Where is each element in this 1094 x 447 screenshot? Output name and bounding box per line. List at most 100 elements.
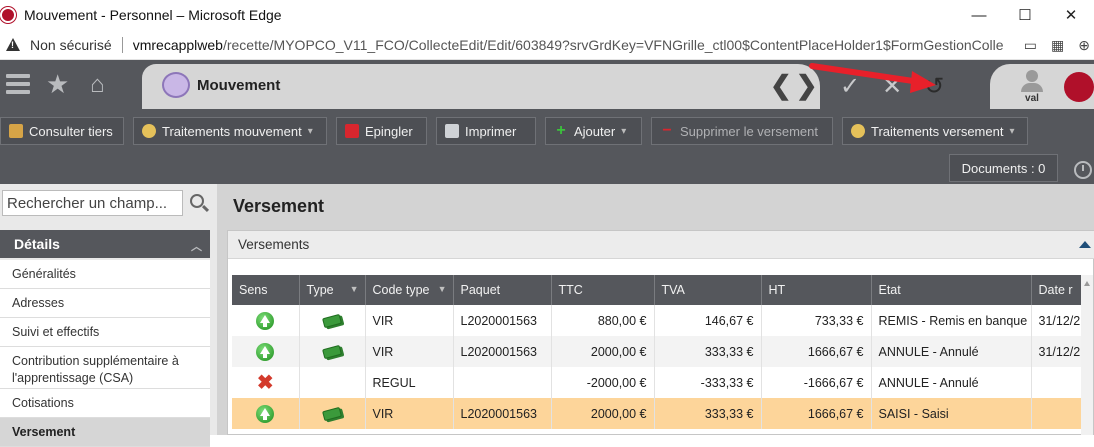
maximize-button[interactable]: ☐ [1002, 0, 1048, 30]
supprimer-versement-button[interactable]: − Supprimer le versement [651, 117, 833, 145]
field-search [0, 184, 217, 224]
url-text[interactable]: vmrecapplweb/recette/MYOPCO_V11_FCO/Coll… [133, 37, 1003, 53]
security-status[interactable]: Non sécurisé [30, 37, 112, 53]
column-header-type[interactable]: Type ▼ [299, 275, 366, 305]
annotation-arrow-icon [809, 63, 936, 93]
details-section-header[interactable]: Détails ︿ [0, 230, 210, 258]
chevron-down-icon: ▾ [1009, 125, 1015, 137]
column-header-ttc[interactable]: TTC [551, 275, 655, 305]
traitements-mouvement-button[interactable]: Traitements mouvement ▾ [133, 117, 327, 145]
filter-dropdown-icon: ▼ [349, 284, 359, 294]
url-host: vmrecapplweb [132, 36, 223, 53]
type-cell [299, 305, 366, 336]
etat-cell: ANNULE - Annulé [871, 336, 1032, 367]
company-logo-icon [1064, 72, 1094, 102]
qr-icon[interactable]: ▦ [1051, 37, 1064, 54]
traitements-versement-button[interactable]: Traitements versement ▾ [842, 117, 1028, 145]
column-header-etat[interactable]: Etat [871, 275, 1032, 305]
search-input[interactable] [2, 190, 183, 216]
table-row-selected[interactable]: VIR L2020001563 2000,00 € 333,33 € 1666,… [232, 398, 1093, 429]
sidebar: Détails ︿ Généralités Adresses Suivi et … [0, 184, 217, 447]
table-row[interactable]: ✖ REGUL -2000,00 € -333,33 € -1666,67 € … [232, 367, 1093, 398]
previous-record-icon[interactable]: ❮ [770, 70, 796, 100]
ttc-cell: 2000,00 € [551, 398, 655, 429]
window-title: Mouvement - Personnel – Microsoft Edge [24, 7, 282, 23]
piggy-bank-icon [162, 72, 190, 98]
search-icon[interactable] [190, 194, 204, 208]
hamburger-menu-icon[interactable] [6, 74, 30, 96]
ttc-cell: -2000,00 € [551, 367, 655, 398]
table-scrollbar[interactable] [1081, 275, 1093, 435]
versements-table: Sens Type ▼ Code type ▼ Paquet TTC TVA HT … [232, 275, 1093, 429]
tabs-icon[interactable]: ▭ [1024, 37, 1037, 54]
history-clock-icon[interactable] [1074, 161, 1092, 179]
consulter-tiers-button[interactable]: Consulter tiers [0, 117, 124, 145]
ajouter-button[interactable]: + Ajouter ▾ [545, 117, 642, 145]
sidebar-item-csa[interactable]: Contribution supplémentaire à l'apprenti… [0, 347, 210, 389]
versements-panel-header[interactable]: Versements [228, 231, 1094, 259]
minus-icon: − [662, 122, 672, 139]
favorites-star-icon[interactable]: ★ [46, 70, 69, 98]
zoom-icon[interactable]: ⊕ [1078, 37, 1090, 54]
column-header-code-type[interactable]: Code type ▼ [365, 275, 454, 305]
pin-icon [345, 124, 359, 138]
sidebar-item-cotisations[interactable]: Cotisations [0, 389, 210, 418]
tva-cell: 146,67 € [654, 305, 762, 336]
filter-dropdown-icon: ▼ [437, 284, 447, 294]
sidebar-item-versement[interactable]: Versement [0, 418, 210, 447]
window-title-bar: Mouvement - Personnel – Microsoft Edge —… [0, 0, 1094, 30]
money-bag-icon [142, 124, 156, 138]
ht-cell: -1666,67 € [761, 367, 872, 398]
paquet-cell: L2020001563 [453, 305, 552, 336]
sidebar-item-suivi-effectifs[interactable]: Suivi et effectifs [0, 318, 210, 347]
epingler-button[interactable]: Epingler [336, 117, 427, 145]
tva-cell: 333,33 € [654, 398, 762, 429]
tools-icon [9, 124, 23, 138]
plus-icon: + [556, 122, 566, 139]
sens-cell [232, 336, 300, 367]
sidebar-item-generalites[interactable]: Généralités [0, 260, 210, 289]
code-type-cell: VIR [365, 336, 454, 367]
minimize-button[interactable]: — [956, 0, 1002, 30]
table-row[interactable]: VIR L2020001563 880,00 € 146,67 € 733,33… [232, 305, 1093, 336]
address-separator [121, 36, 123, 53]
scroll-up-icon[interactable] [1084, 281, 1090, 286]
address-bar[interactable]: Non sécurisé vmrecapplweb/recette/MYOPCO… [0, 30, 1094, 60]
app-logo-icon [0, 7, 16, 23]
banknote-icon [322, 345, 342, 360]
table-row[interactable]: VIR L2020001563 2000,00 € 333,33 € 1666,… [232, 336, 1093, 367]
action-toolbar: Consulter tiers Traitements mouvement ▾ … [0, 109, 1094, 184]
column-header-paquet[interactable]: Paquet [453, 275, 552, 305]
active-tab[interactable]: Mouvement ❮❯ [142, 64, 820, 109]
column-header-sens[interactable]: Sens [232, 275, 300, 305]
warning-icon[interactable] [6, 38, 20, 51]
collapse-triangle-icon[interactable] [1079, 241, 1091, 248]
page-title: Mouvement [197, 77, 281, 94]
etat-cell: ANNULE - Annulé [871, 367, 1032, 398]
ttc-cell: 880,00 € [551, 305, 655, 336]
sens-cell [232, 305, 300, 336]
home-icon[interactable]: ⌂ [90, 72, 105, 98]
type-cell [299, 367, 366, 398]
imprimer-button[interactable]: Imprimer [436, 117, 536, 145]
chevron-up-icon[interactable]: ︿ [191, 238, 202, 254]
money-bag-icon [851, 124, 865, 138]
main-content: Versement Versements Sens Type ▼ Code typ… [217, 184, 1094, 435]
sens-cell [232, 398, 300, 429]
type-cell [299, 336, 366, 367]
paquet-cell: L2020001563 [453, 336, 552, 367]
printer-icon [445, 124, 459, 138]
sidebar-item-adresses[interactable]: Adresses [0, 289, 210, 318]
user-avatar[interactable]: val [1020, 70, 1044, 104]
documents-button[interactable]: Documents : 0 [949, 154, 1058, 182]
paquet-cell: L2020001563 [453, 398, 552, 429]
close-button[interactable]: ✕ [1048, 0, 1094, 30]
column-header-ht[interactable]: HT [761, 275, 872, 305]
ht-cell: 1666,67 € [761, 336, 872, 367]
section-title: Versement [233, 196, 325, 216]
code-type-cell: VIR [365, 398, 454, 429]
user-area: val [990, 64, 1094, 109]
tva-cell: 333,33 € [654, 336, 762, 367]
window-controls: — ☐ ✕ [956, 0, 1094, 30]
column-header-tva[interactable]: TVA [654, 275, 762, 305]
